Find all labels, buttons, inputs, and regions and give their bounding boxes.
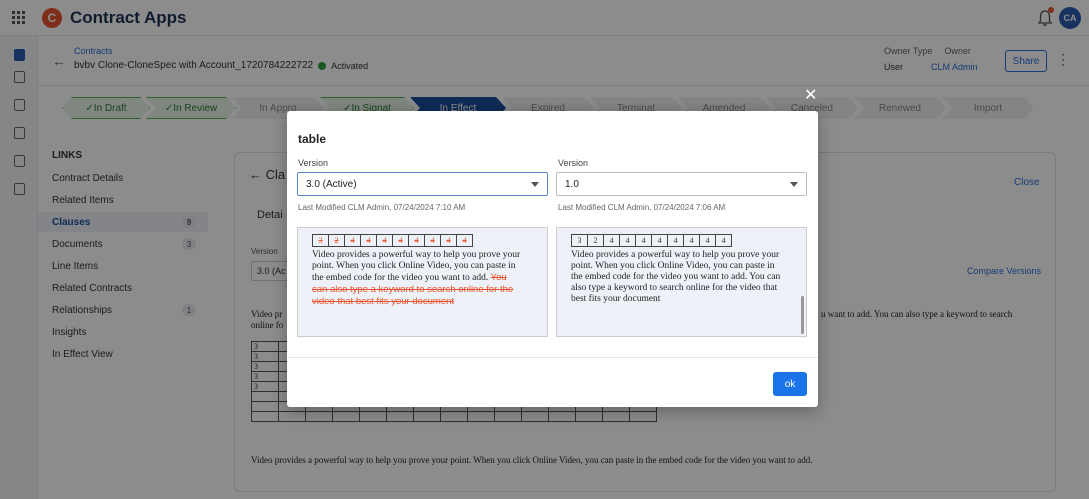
right-version-value: 1.0 (565, 178, 579, 190)
left-last-modified: Last Modified CLM Admin, 07/24/2024 7:10… (298, 203, 466, 212)
table-cell: 4 (603, 234, 620, 247)
right-preview-table: 3 2 4 4 4 4 4 4 4 4 (571, 234, 732, 247)
left-version-select[interactable]: 3.0 (Active) (297, 172, 548, 196)
right-version-preview: 3 2 4 4 4 4 4 4 4 4 Video provides a pow… (556, 227, 807, 337)
table-cell: 4 (699, 234, 716, 247)
table-cell: 4 (635, 234, 652, 247)
table-cell: 4 (683, 234, 700, 247)
table-cell: 4 (619, 234, 636, 247)
close-icon[interactable]: ✕ (804, 85, 817, 105)
right-version-label: Version (558, 158, 589, 168)
table-cell: 4 (392, 234, 409, 247)
table-cell: 4 (667, 234, 684, 247)
table-cell: 4 (408, 234, 425, 247)
table-cell: 4 (376, 234, 393, 247)
table-cell: 4 (456, 234, 473, 247)
left-version-label: Version (298, 158, 329, 168)
table-cell: 2 (587, 234, 604, 247)
chevron-down-icon (531, 182, 539, 187)
ok-button[interactable]: ok (773, 372, 807, 396)
table-cell: 4 (344, 234, 361, 247)
modal-divider (287, 357, 818, 358)
preview-scrollbar[interactable] (801, 296, 804, 334)
table-cell: 4 (360, 234, 377, 247)
table-cell: 2 (328, 234, 345, 247)
left-version-preview: 3 2 4 4 4 4 4 4 4 4 Video provides a pow… (297, 227, 548, 337)
left-preview-text: Video provides a powerful way to help yo… (312, 250, 522, 308)
table-cell: 3 (312, 234, 329, 247)
left-preview-table: 3 2 4 4 4 4 4 4 4 4 (312, 234, 473, 247)
table-cell: 4 (651, 234, 668, 247)
left-version-value: 3.0 (Active) (306, 178, 357, 190)
left-preview-body: Video provides a powerful way to help yo… (312, 250, 521, 283)
table-cell: 3 (571, 234, 588, 247)
table-cell: 4 (715, 234, 732, 247)
chevron-down-icon (790, 182, 798, 187)
table-row: 3 2 4 4 4 4 4 4 4 4 (571, 234, 732, 247)
table-cell: 4 (424, 234, 441, 247)
compare-versions-modal: table Version 3.0 (Active) Last Modified… (287, 111, 818, 407)
right-last-modified: Last Modified CLM Admin, 07/24/2024 7:06… (558, 203, 726, 212)
modal-title: table (298, 132, 327, 146)
table-row: 3 2 4 4 4 4 4 4 4 4 (312, 234, 473, 247)
table-cell: 4 (440, 234, 457, 247)
right-preview-text: Video provides a powerful way to help yo… (571, 250, 781, 304)
right-version-select[interactable]: 1.0 (556, 172, 807, 196)
